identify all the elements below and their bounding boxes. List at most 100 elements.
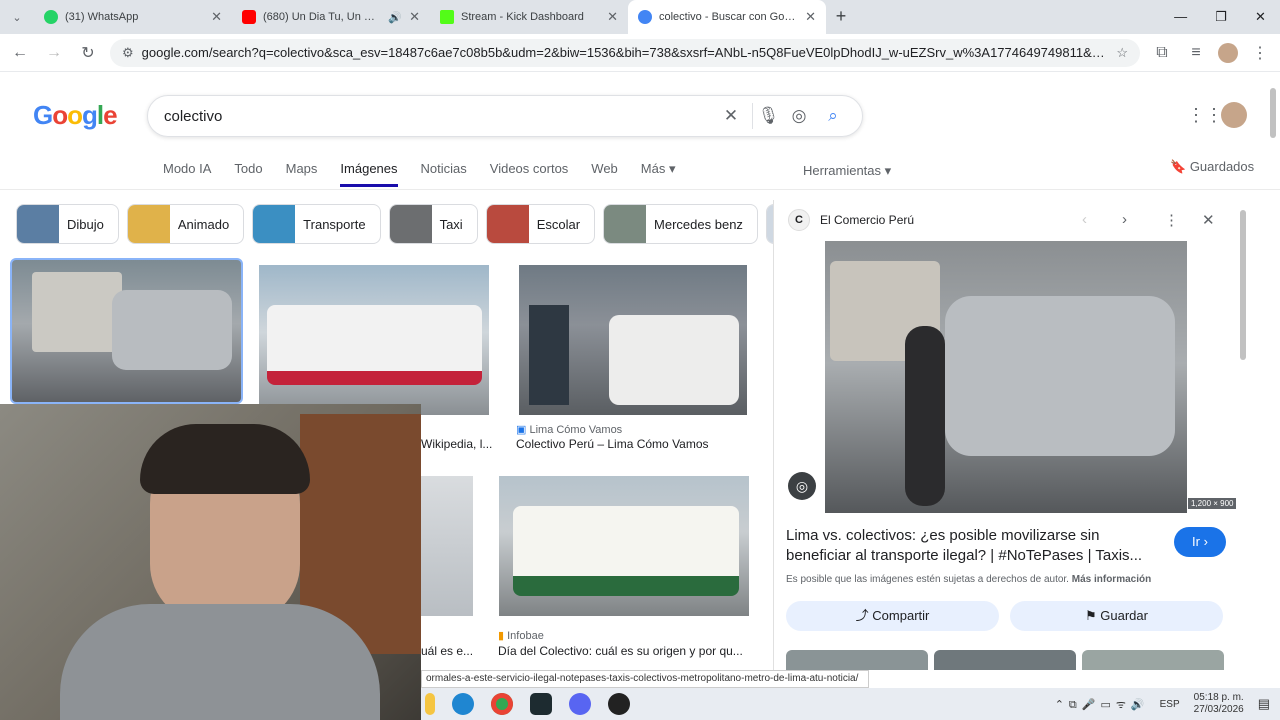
close-tab-icon[interactable]: ✕ [211,9,222,25]
chip-animado[interactable]: Animado [126,204,245,244]
previous-icon[interactable]: ‹ [1082,211,1087,228]
new-tab-icon[interactable]: + [826,6,856,34]
copyright-note: Es posible que las imágenes estén sujeta… [786,574,1152,585]
microphone-icon[interactable]: 🎙 [752,103,779,129]
search-tabs: Modo IA Todo Maps Imágenes Noticias Vide… [163,161,676,187]
tab-maps[interactable]: Maps [286,161,318,187]
result-title-partial[interactable]: uál es e... [421,644,481,658]
address-bar[interactable]: ⚙ google.com/search?q=colectivo&sca_esv=… [110,38,1140,67]
chip-taxi[interactable]: Taxi [388,204,478,244]
tab-search-icon[interactable]: ⌄ [0,11,34,34]
saved-button[interactable]: 🔖 Guardados [1170,159,1254,175]
result-image-colectivo-selected[interactable] [10,258,243,404]
tab-todo[interactable]: Todo [234,161,262,187]
audio-icon[interactable]: 🔊 [388,11,402,24]
tab-web[interactable]: Web [591,161,618,187]
chip-dibujo[interactable]: Dibujo [16,204,119,244]
related-image[interactable] [786,650,928,670]
browser-tab-kick[interactable]: Stream - Kick Dashboard ✕ [430,0,628,34]
page-scrollbar[interactable] [1270,88,1276,138]
close-tab-icon[interactable]: ✕ [607,9,618,25]
profile-avatar[interactable] [1218,42,1238,63]
extensions-icon[interactable]: ⧉ [1150,44,1174,62]
maximize-icon[interactable]: ❐ [1215,9,1227,25]
close-tab-icon[interactable]: ✕ [409,9,420,25]
chip-label: Transporte [303,216,366,232]
google-logo[interactable]: Google [33,100,118,131]
close-window-icon[interactable]: ✕ [1255,9,1266,25]
close-tab-icon[interactable]: ✕ [805,9,816,25]
lens-search-icon[interactable]: ◎ [788,472,816,500]
chip-transporte[interactable]: Transporte [252,204,381,244]
site-info-icon[interactable]: ⚙ [122,45,134,61]
account-avatar[interactable] [1221,102,1247,128]
result-title-lima-como-vamos[interactable]: Colectivo Perú – Lima Cómo Vamos [516,437,746,451]
panel-title[interactable]: Lima vs. colectivos: ¿es posible moviliz… [786,526,1166,566]
tools-button[interactable]: Herramientas ▾ [803,163,891,179]
browser-tab-google[interactable]: colectivo - Buscar con Google ✕ [628,0,826,34]
clock-date: 27/03/2026 [1193,704,1244,715]
search-input[interactable]: colectivo [164,108,710,125]
notifications-icon[interactable]: ▤ [1258,696,1270,712]
result-image-bus-nuevos-rumbos[interactable] [259,265,489,415]
obs-icon[interactable] [608,693,630,715]
more-info-link[interactable]: Más información [1072,574,1151,585]
tab-modo-ia[interactable]: Modo IA [163,161,211,187]
chip-escolar[interactable]: Escolar [485,204,596,244]
result-image-bus-infobae[interactable] [499,476,749,616]
system-tray-icons[interactable]: ⌃⧉🎤▭ᯤ🔊 [1055,697,1150,712]
whatsapp-icon [44,10,58,24]
clear-icon[interactable]: ✕ [718,103,744,129]
next-icon[interactable]: › [1122,211,1127,228]
browser-tab-strip: ⌄ (31) WhatsApp ✕ (680) Un Dia Tu, Un Di… [0,0,1280,34]
forward-icon[interactable]: → [42,44,66,62]
browser-tab-whatsapp[interactable]: (31) WhatsApp ✕ [34,0,232,34]
webcam-overlay [0,404,421,720]
tab-noticias[interactable]: Noticias [421,161,467,187]
panel-source[interactable]: El Comercio Perú [820,213,914,227]
tab-title: Stream - Kick Dashboard [461,11,584,23]
chip-mercedes-benz[interactable]: Mercedes benz [603,204,758,244]
save-button[interactable]: ⚑ Guardar [1010,601,1223,631]
result-title-infobae[interactable]: Día del Colectivo: cuál es su origen y p… [498,644,750,658]
tab-videos-cortos[interactable]: Videos cortos [490,161,569,187]
clock-time: 05:18 p. m. [1193,692,1244,703]
share-button[interactable]: ⤴ Compartir [786,601,999,631]
result-image-colectivo-peru[interactable] [519,265,747,415]
close-panel-icon[interactable]: ✕ [1202,211,1215,229]
minimize-icon[interactable]: — [1174,9,1187,25]
chip-label: Dibujo [67,216,104,232]
reload-icon[interactable]: ↻ [76,43,100,63]
bookmark-star-icon[interactable]: ☆ [1116,45,1128,61]
search-icon[interactable]: ⌕ [820,103,846,129]
image-preview-panel: C El Comercio Perú ‹ › ⋮ ✕ ◎ 1,200 × 900… [773,200,1253,670]
discord-icon[interactable] [569,693,591,715]
filter-chips: Dibujo Animado Transporte Taxi Escolar M… [16,204,812,244]
search-box[interactable]: colectivo ✕ 🎙 ◎ ⌕ [147,95,863,137]
tab-imagenes[interactable]: Imágenes [340,161,398,187]
back-icon[interactable]: ← [8,44,32,62]
lens-icon[interactable]: ◎ [786,103,812,129]
file-explorer-icon[interactable] [425,693,435,715]
panel-scrollbar[interactable] [1240,210,1246,360]
more-options-icon[interactable]: ⋮ [1164,211,1179,229]
menu-icon[interactable]: ⋮ [1248,43,1272,63]
result-title-wikipedia[interactable]: Wikipedia, l... [421,437,501,451]
app-icon[interactable] [530,693,552,715]
chrome-icon[interactable] [491,693,513,715]
result-image-taxi-partial[interactable] [421,476,473,616]
clock[interactable]: 05:18 p. m. 27/03/2026 [1194,692,1244,716]
tab-mas[interactable]: Más ▾ [641,161,676,187]
youtube-icon [242,10,256,24]
language-indicator[interactable]: ESP [1160,699,1180,710]
site-favicon-icon: ▮ [498,630,505,642]
preview-image[interactable] [825,241,1187,513]
bookmark-icon: 🔖 [1170,159,1187,174]
related-image[interactable] [1082,650,1224,670]
go-button[interactable]: Ir › [1174,527,1226,557]
media-icon[interactable]: ≡ [1184,44,1208,62]
related-image[interactable] [934,650,1076,670]
bookmark-icon: ⚑ [1085,608,1097,623]
edge-icon[interactable] [452,693,474,715]
browser-tab-youtube[interactable]: (680) Un Dia Tu, Un Dia Yo 🔊 ✕ [232,0,430,34]
